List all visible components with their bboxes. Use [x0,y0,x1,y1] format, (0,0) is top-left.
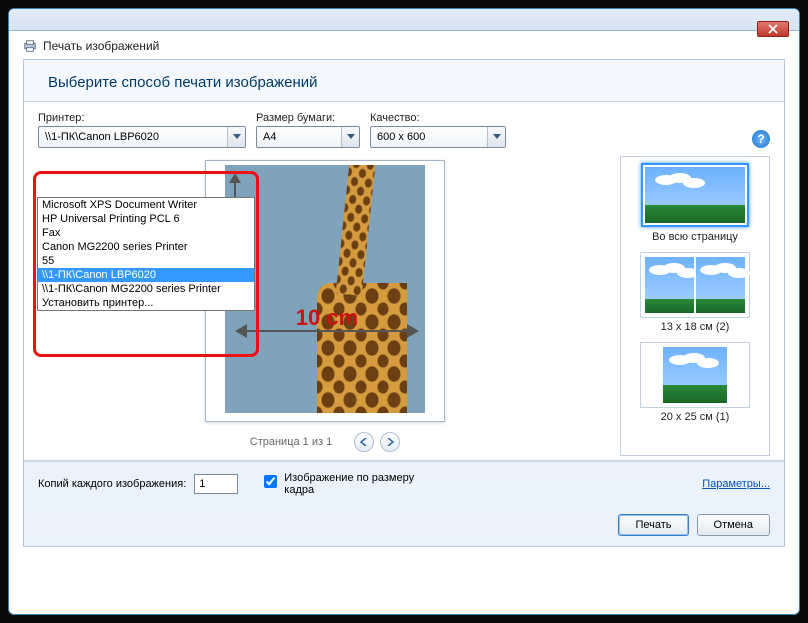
printer-option[interactable]: \\1-ПК\Canon MG2200 series Printer [38,282,254,296]
printer-label: Принтер: [38,112,246,124]
fit-frame-label: Изображение по размеру кадра [284,472,420,496]
printer-option[interactable]: HP Universal Printing PCL 6 [38,212,254,226]
print-button[interactable]: Печать [618,514,688,536]
paper-size-label: Размер бумаги: [256,112,360,124]
printer-option[interactable]: 55 [38,254,254,268]
printer-option[interactable]: Установить принтер... [38,296,254,310]
help-icon[interactable]: ? [752,130,770,148]
fit-frame-checkbox[interactable] [264,475,277,488]
preview-photo: 13 10 cm [225,165,425,413]
copies-input[interactable] [194,474,238,494]
next-page-button[interactable] [380,432,400,452]
layout-label: 20 x 25 см (1) [661,411,730,423]
paper-size-combobox[interactable]: A4 [256,126,360,148]
printer-icon [23,39,37,53]
layout-13x18[interactable]: 13 x 18 см (2) [625,253,765,333]
printer-selected: \\1-ПК\Canon LBP6020 [45,131,159,143]
chevron-left-icon [360,438,368,446]
quality-combobox[interactable]: 600 x 600 [370,126,506,148]
copies-label: Копий каждого изображения: [38,478,186,490]
chevron-right-icon [386,438,394,446]
layout-20x25[interactable]: 20 x 25 см (1) [625,343,765,423]
quality-label: Качество: [370,112,506,124]
chevron-down-icon [227,127,245,147]
printer-option-selected[interactable]: \\1-ПК\Canon LBP6020 [38,268,254,282]
printer-option[interactable]: Microsoft XPS Document Writer [38,198,254,212]
settings-link[interactable]: Параметры... [702,478,770,490]
printer-option[interactable]: Canon MG2200 series Printer [38,240,254,254]
cancel-button[interactable]: Отмена [697,514,770,536]
layout-label: Во всю страницу [652,231,738,243]
dialog-title: Печать изображений [43,39,159,53]
dialog-title-row: Печать изображений [23,39,785,53]
pager-text: Страница 1 из 1 [250,436,332,448]
quality-selected: 600 x 600 [377,131,425,143]
titlebar [9,9,799,31]
layout-full-page[interactable]: Во всю страницу [625,163,765,243]
chevron-down-icon [341,127,359,147]
layout-label: 13 x 18 см (2) [661,321,730,333]
layouts-panel[interactable]: Во всю страницу 13 x 18 см (2) 20 x 25 с… [620,156,770,456]
footer-row: Копий каждого изображения: Изображение п… [24,461,784,506]
chevron-down-icon [487,127,505,147]
print-dialog: Печать изображений Выберите способ печат… [8,8,800,615]
printer-option[interactable]: Fax [38,226,254,240]
paper-size-selected: A4 [263,131,276,143]
instruction-text: Выберите способ печати изображений [24,60,784,101]
printer-combobox[interactable]: \\1-ПК\Canon LBP6020 [38,126,246,148]
prev-page-button[interactable] [354,432,374,452]
dim-horizontal: 10 cm [237,321,417,341]
printer-dropdown-list[interactable]: Microsoft XPS Document Writer HP Univers… [37,197,255,311]
